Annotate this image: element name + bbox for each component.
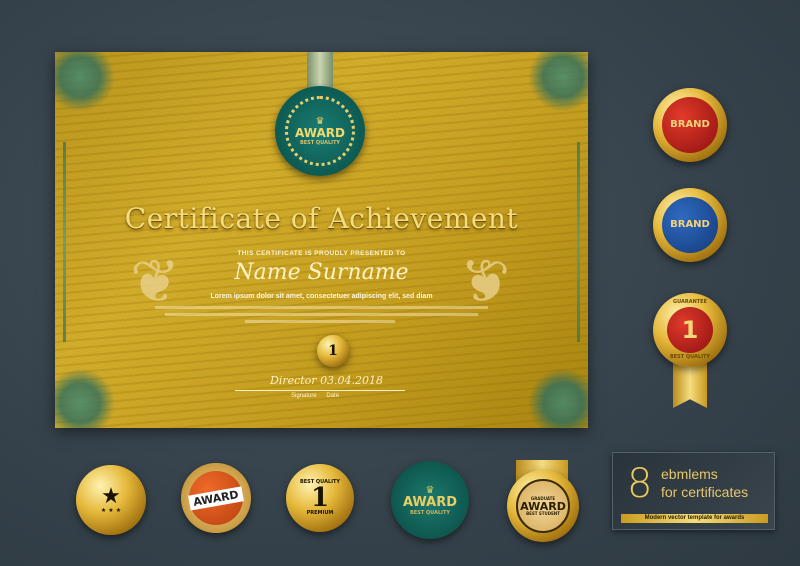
brand-emblem-blue: BRAND: [653, 188, 727, 262]
info-line-2: for certificates: [661, 484, 749, 500]
emblem-subtext: BEST QUALITY: [669, 354, 711, 360]
laurel-right-icon: ❦: [460, 248, 511, 315]
emblem-text: AWARD: [295, 126, 345, 140]
emblem-subtext: PREMIUM: [306, 510, 334, 516]
award-emblem-teal: ♛ AWARD BEST QUALITY: [391, 461, 469, 539]
fine-print: [165, 313, 478, 316]
laurel-left-icon: ❦: [130, 248, 181, 315]
guarantee-emblem: GUARANTEE 1 BEST QUALITY: [653, 293, 727, 367]
brand-emblem-red: BRAND: [653, 88, 727, 162]
star-laurel-emblem: ★ ★ ★ ★: [76, 465, 146, 535]
border-ornament: [63, 142, 66, 342]
emblem-text: AWARD: [188, 485, 244, 511]
corner-ornament: [55, 52, 115, 112]
fine-print: [245, 320, 395, 323]
star-icon: ★: [101, 484, 121, 509]
info-tagline: Modern vector template for awards: [621, 514, 768, 523]
best-quality-emblem: BEST QUALITY 1 PREMIUM: [286, 464, 354, 532]
graduate-award-emblem: GRADUATE AWARD BEST STUDENT: [507, 470, 579, 542]
corner-ornament: [528, 368, 588, 428]
emblem-subtext: BEST QUALITY: [409, 509, 451, 516]
corner-ornament: [55, 368, 115, 428]
fine-print: [155, 306, 488, 309]
certificate-title: Certificate of Achievement: [124, 202, 519, 235]
info-headline: ebmlems for certificates: [661, 465, 748, 501]
info-box: 8 ebmlems for certificates Modern vector…: [612, 452, 775, 530]
stars-icon: ★ ★ ★: [100, 507, 122, 514]
seal-number: 1: [328, 343, 338, 359]
award-emblem: ♛ AWARD BEST QUALITY: [275, 86, 365, 176]
signature-line: [235, 390, 405, 391]
border-ornament: [577, 142, 580, 342]
emblem-number: 1: [310, 483, 330, 513]
seal-emblem: 1: [317, 335, 349, 367]
emblem-top-text: GUARANTEE: [672, 299, 708, 305]
crown-icon: ♛: [425, 484, 435, 496]
emblem-number: 1: [681, 316, 699, 344]
emblem-count: 8: [627, 461, 653, 507]
emblem-text: AWARD: [520, 499, 566, 513]
emblem-subtext: BEST QUALITY: [299, 140, 341, 146]
emblem-text: AWARD: [402, 494, 458, 510]
signature-labels: Signature Date: [291, 393, 340, 399]
emblem-text: BRAND: [670, 119, 710, 130]
certificate: ♛ AWARD BEST QUALITY Certificate of Achi…: [55, 52, 588, 428]
signature: Director 03.04.2018: [270, 374, 384, 387]
info-line-1: ebmlems: [661, 466, 718, 482]
emblem-subtext: BEST STUDENT: [526, 510, 560, 516]
award-emblem-orange: AWARD: [181, 463, 251, 533]
emblem-text: BRAND: [670, 219, 710, 230]
corner-ornament: [528, 52, 588, 112]
